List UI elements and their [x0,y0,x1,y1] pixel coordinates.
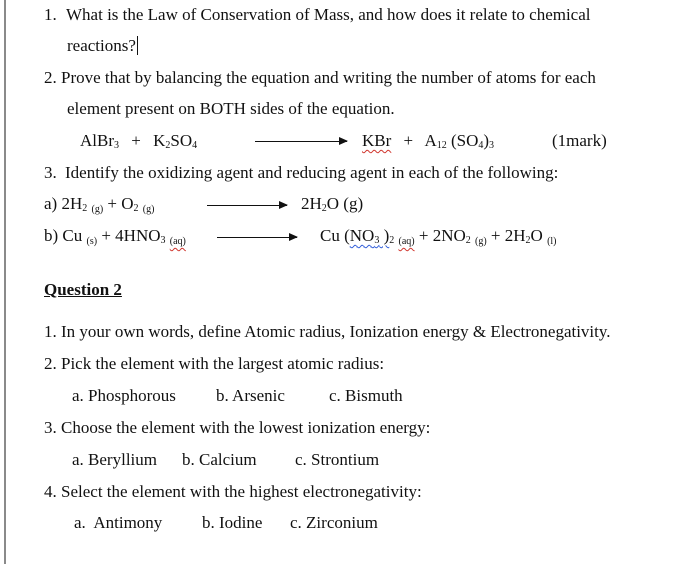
q1-item-1-line1: 1. What is the Law of Conservation of Ma… [44,5,591,25]
plus-sign: + [403,131,414,150]
reaction-b-arrow-icon [217,233,298,241]
plus-sign: + [131,131,141,150]
q2-item-4: 4. Select the element with the highest e… [44,482,422,502]
q2-item-3-number: 3. [44,418,57,437]
q1-item-3-line1: 3. Identify the oxidizing agent and redu… [44,163,558,183]
q2-item-2-option-c: c. Bismuth [329,386,403,405]
reaction-b-lhs: b) Cu (s) + 4HNO3 (aq) [44,226,186,247]
grammar-flag: NO3 ) [349,226,390,246]
reaction-arrow-icon [255,137,348,145]
q2-item-3-option-b: b. Calcium [182,450,257,469]
q2-item-2-number: 2. [44,354,57,373]
q1-item-2-text-cont: element present on BOTH sides of the equ… [67,99,395,118]
equation-reactants: AlBr3 + K2SO4 [80,131,197,156]
equation-products: KBr + A12 (SO4)3 [362,131,494,156]
q1-item-2-line1: 2. Prove that by balancing the equation … [44,68,596,88]
q1-item-1-text: What is the Law of Conservation of Mass,… [66,5,591,24]
text-cursor [136,36,138,55]
page-left-border [4,0,6,564]
product-al2so43: A12 (SO4)3 [424,131,495,151]
q2-item-3-option-c: c. Strontium [295,450,380,469]
q1-item-3-number: 3. [44,163,57,182]
q2-item-4-text: Select the element with the highest elec… [61,482,422,501]
q2-item-1-text: In your own words, define Atomic radius,… [61,322,611,341]
q1-item-2-number: 2. [44,68,57,87]
q1-item-2-text: Prove that by balancing the equation and… [61,68,596,87]
reaction-a-lhs: a) 2H2 (g) + O2 (g) [44,194,155,215]
reactant-k2so4: K2SO4 [153,131,198,151]
q1-item-1-text-cont: reactions? [67,36,136,55]
q2-item-4-option-b: b. Iodine [202,513,263,532]
reaction-a-arrow-icon [207,201,288,209]
q2-item-3-text: Choose the element with the lowest ioniz… [61,418,431,437]
q1-item-2-line2: element present on BOTH sides of the equ… [67,99,395,119]
q2-item-4-option-c: c. Zirconium [290,513,378,532]
q2-item-3: 3. Choose the element with the lowest io… [44,418,430,438]
q2-item-2: 2. Pick the element with the largest ato… [44,354,384,374]
q2-item-4-option-a: a. Antimony [74,513,163,532]
product-kbr[interactable]: KBr [362,131,391,150]
question-2-heading: Question 2 [44,280,122,299]
reaction-a-rhs: 2H2O (g) [301,194,364,214]
q1-item-3-text: Identify the oxidizing agent and reducin… [65,163,559,182]
q2-item-2-option-a: a. Phosphorous [72,386,176,405]
q2-item-1: 1. In your own words, define Atomic radi… [44,322,611,342]
marks-label: (1mark) [552,131,607,150]
reactant-albr3: AlBr3 [80,131,119,151]
q2-item-3-option-a: a. Beryllium [72,450,157,469]
q2-item-2-text: Pick the element with the largest atomic… [61,354,385,373]
q1-item-1-line2[interactable]: reactions? [67,36,138,56]
reaction-b-rhs: Cu (NO3 )2 (aq) + 2NO2 (g) + 2H2O (l) [320,226,557,247]
q1-item-1-number: 1. [44,5,57,24]
q2-item-4-number: 4. [44,482,57,501]
reaction-a-label: a) [44,194,58,213]
q2-item-1-number: 1. [44,322,57,341]
q2-item-2-option-b: b. Arsenic [216,386,285,405]
reaction-b-label: b) [44,226,59,245]
